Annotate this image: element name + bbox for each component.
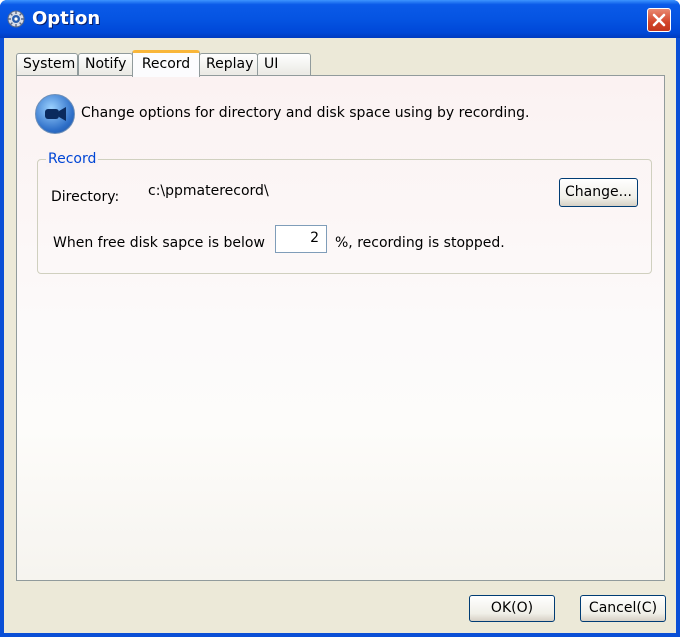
- tab-notify[interactable]: Notify: [78, 53, 133, 75]
- option-dialog: Option System Notify Record Replay UI Ch…: [0, 0, 680, 637]
- page-description: Change options for directory and disk sp…: [81, 105, 530, 121]
- change-directory-button[interactable]: Change...: [559, 178, 638, 207]
- tab-record[interactable]: Record: [132, 50, 200, 77]
- tab-system[interactable]: System: [16, 53, 78, 75]
- dialog-client-area: System Notify Record Replay UI Change op…: [4, 38, 676, 633]
- title-bar[interactable]: Option: [0, 0, 680, 38]
- disk-space-suffix: %, recording is stopped.: [335, 235, 505, 251]
- ok-button[interactable]: OK(O): [469, 595, 555, 622]
- close-button[interactable]: [647, 8, 671, 32]
- directory-value: c:\ppmaterecord\: [148, 183, 269, 199]
- cancel-button[interactable]: Cancel(C): [580, 595, 666, 622]
- disk-threshold-input[interactable]: 2: [275, 225, 327, 253]
- app-gear-icon: [7, 10, 25, 28]
- record-groupbox: Record Directory: c:\ppmaterecord\ Chang…: [37, 151, 652, 274]
- tab-replay[interactable]: Replay: [199, 53, 258, 75]
- window-title: Option: [32, 8, 101, 29]
- group-title: Record: [46, 151, 99, 167]
- tab-ui[interactable]: UI: [257, 53, 311, 75]
- close-x-icon: [652, 13, 666, 27]
- disk-space-label: When free disk sapce is below: [53, 235, 265, 251]
- camera-icon: [35, 94, 75, 134]
- record-tab-panel: Change options for directory and disk sp…: [16, 75, 665, 581]
- directory-label: Directory:: [51, 189, 120, 205]
